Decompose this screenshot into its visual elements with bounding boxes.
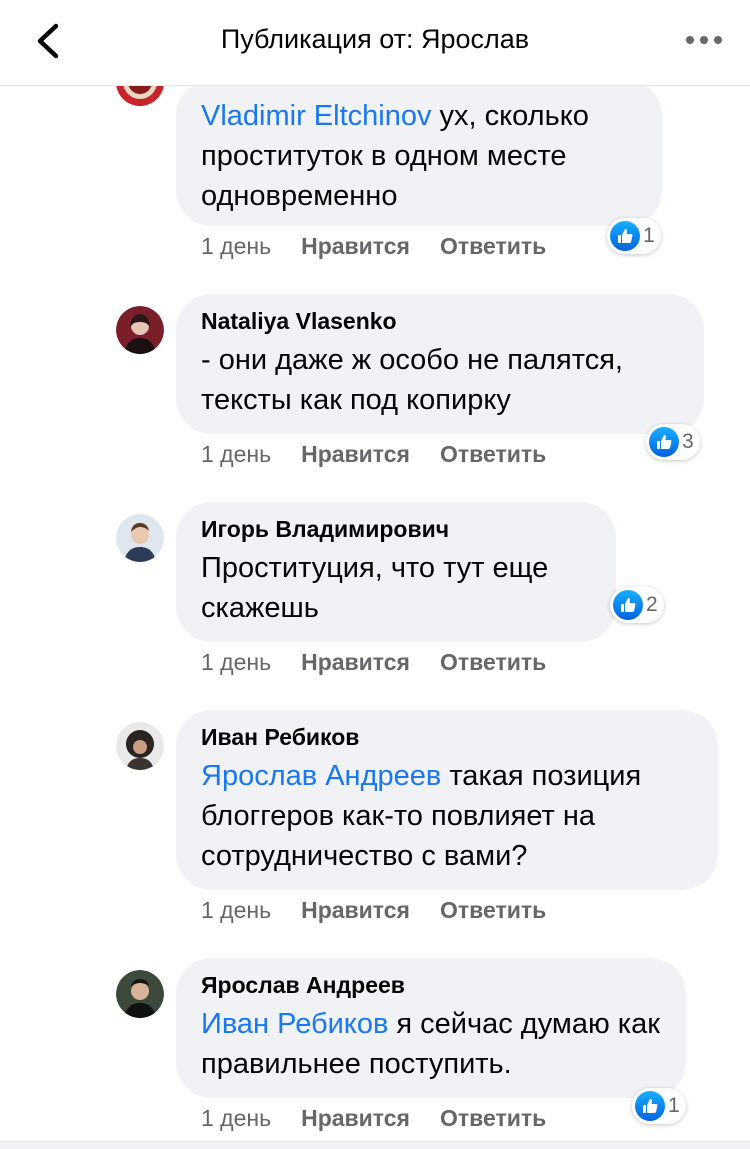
- like-action-button[interactable]: Нравится: [301, 897, 410, 923]
- reaction-count: 1: [668, 1094, 680, 1117]
- comment-actions: 1 день Нравится Ответить: [201, 231, 546, 261]
- top-app-bar: Публикация от: Ярослав: [0, 0, 750, 86]
- comment-bubble[interactable]: Игорь Владимирович Проституция, что тут …: [176, 502, 616, 642]
- like-thumb-icon: [610, 221, 640, 251]
- reaction-summary[interactable]: 1: [632, 1088, 686, 1124]
- comment-text: Проституция, что тут еще скажешь: [201, 552, 549, 624]
- reply-action-button[interactable]: Ответить: [440, 649, 546, 675]
- avatar[interactable]: [116, 722, 164, 770]
- comment-time[interactable]: 1 день: [201, 441, 271, 467]
- comment-bubble[interactable]: Иван Ребиков Ярослав Андреев такая позиц…: [176, 710, 718, 890]
- reaction-summary[interactable]: 2: [610, 587, 664, 623]
- mention-link[interactable]: Vladimir Eltchinov: [201, 100, 431, 132]
- reply-action-button[interactable]: Ответить: [440, 1105, 546, 1131]
- comment-time[interactable]: 1 день: [201, 897, 271, 923]
- like-action-button[interactable]: Нравится: [301, 441, 410, 467]
- comment-author[interactable]: Nataliya Vlasenko: [201, 306, 680, 336]
- like-action-button[interactable]: Нравится: [301, 233, 410, 259]
- comment-author[interactable]: Игорь Владимирович: [201, 514, 592, 544]
- comment-actions: 1 день Нравится Ответить: [201, 647, 546, 677]
- comment-actions: 1 день Нравится Ответить: [201, 895, 546, 925]
- reply-action-button[interactable]: Ответить: [440, 233, 546, 259]
- comment-actions: 1 день Нравится Ответить: [201, 1103, 546, 1133]
- comment-time[interactable]: 1 день: [201, 649, 271, 675]
- reaction-count: 3: [682, 430, 694, 453]
- mention-link[interactable]: Иван Ребиков: [201, 1008, 388, 1040]
- like-action-button[interactable]: Нравится: [301, 1105, 410, 1131]
- comment-author[interactable]: Ярослав Андреев: [201, 970, 662, 1000]
- comment-bubble[interactable]: Vladimir Eltchinov ух, сколько проститут…: [176, 80, 662, 226]
- mention-link[interactable]: Ярослав Андреев: [201, 760, 441, 792]
- comment-bubble[interactable]: Ярослав Андреев Иван Ребиков я сейчас ду…: [176, 958, 686, 1098]
- comment-author[interactable]: Иван Ребиков: [201, 722, 694, 752]
- page-title: Публикация от: Ярослав: [220, 24, 530, 54]
- comment-text: - они даже ж особо не палятся, тексты ка…: [201, 344, 623, 416]
- reaction-summary[interactable]: 3: [646, 424, 700, 460]
- more-options-button[interactable]: [684, 26, 724, 54]
- reaction-summary[interactable]: 1: [607, 218, 661, 254]
- reply-action-button[interactable]: Ответить: [440, 441, 546, 467]
- comment-actions: 1 день Нравится Ответить: [201, 439, 546, 469]
- like-thumb-icon: [635, 1091, 665, 1121]
- comment-text: Иван Ребиков я сейчас думаю как правильн…: [201, 1008, 660, 1080]
- more-dots-icon: [686, 36, 722, 44]
- like-thumb-icon: [613, 590, 643, 620]
- comment-text: Ярослав Андреев такая позиция блоггеров …: [201, 760, 642, 872]
- comment-time[interactable]: 1 день: [201, 233, 271, 259]
- comment-text: Vladimir Eltchinov ух, сколько проститут…: [201, 100, 589, 212]
- comments-list: Vladimir Eltchinov ух, сколько проститут…: [0, 0, 750, 1149]
- like-thumb-icon: [649, 427, 679, 457]
- like-action-button[interactable]: Нравится: [301, 649, 410, 675]
- avatar[interactable]: [116, 514, 164, 562]
- comment-bubble[interactable]: Nataliya Vlasenko - они даже ж особо не …: [176, 294, 704, 434]
- bottom-divider: [0, 1141, 750, 1149]
- reaction-count: 2: [646, 593, 658, 616]
- reaction-count: 1: [643, 224, 655, 247]
- reply-action-button[interactable]: Ответить: [440, 897, 546, 923]
- avatar[interactable]: [116, 306, 164, 354]
- avatar[interactable]: [116, 970, 164, 1018]
- comment-time[interactable]: 1 день: [201, 1105, 271, 1131]
